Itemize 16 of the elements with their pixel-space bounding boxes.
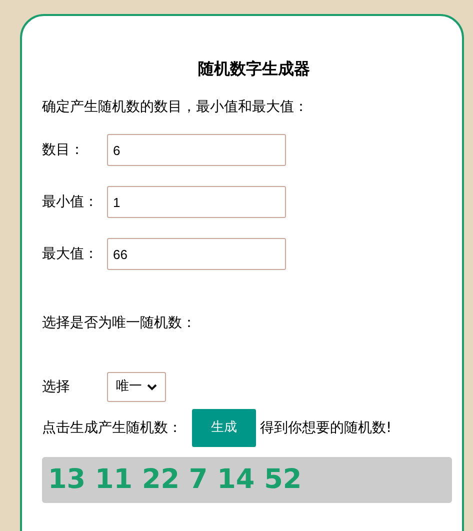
intro-text: 确定产生随机数的数目，最小值和最大值： bbox=[42, 98, 309, 117]
input-field[interactable]: 6 bbox=[107, 134, 286, 166]
result-display: 13 11 22 7 14 52 bbox=[42, 457, 452, 503]
chevron-down-icon bbox=[147, 384, 157, 390]
unique-prompt: 选择是否为唯一随机数： bbox=[42, 314, 197, 333]
generate-prompt: 点击生成产生随机数： bbox=[42, 418, 182, 438]
input-field[interactable]: 1 bbox=[107, 186, 286, 218]
field-label: 数目： bbox=[42, 140, 85, 160]
field-label: 最大值： bbox=[42, 244, 99, 264]
generate-button[interactable]: 生成 bbox=[192, 409, 256, 447]
input-field[interactable]: 66 bbox=[107, 238, 286, 270]
page-title: 随机数字生成器 bbox=[197, 58, 311, 80]
field-label: 最小值： bbox=[42, 192, 99, 212]
select-label: 选择 bbox=[42, 378, 71, 396]
unique-select[interactable]: 唯一 bbox=[107, 372, 166, 402]
generate-hint: 得到你想要的随机数! bbox=[260, 418, 392, 438]
